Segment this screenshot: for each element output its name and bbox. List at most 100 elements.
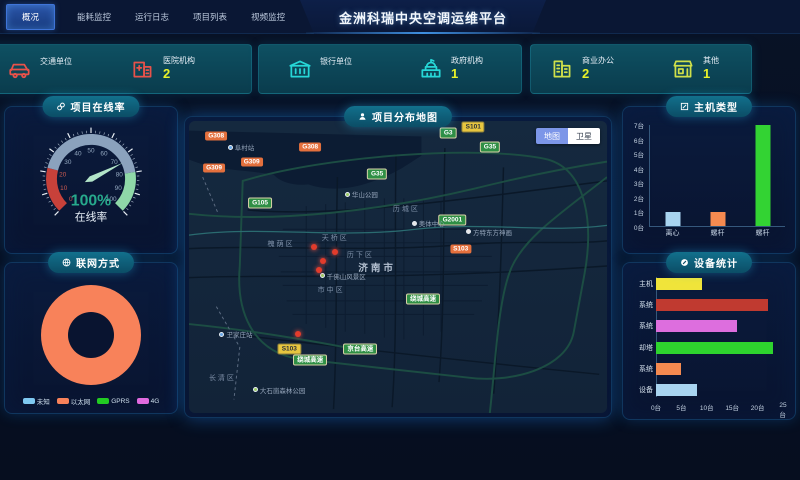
device-stats-row: 系统 xyxy=(629,298,783,311)
map-mode-button[interactable]: 地图 xyxy=(536,128,568,144)
legend-swatch xyxy=(137,398,149,404)
poi-dot-icon xyxy=(345,192,350,197)
x-axis-tick: 10台 xyxy=(700,402,714,412)
tab-project-list[interactable]: 项目列表 xyxy=(181,0,239,34)
device-stats-row: 系统 xyxy=(629,320,783,333)
device-stats-bar xyxy=(656,384,697,396)
road-badge: G3 xyxy=(440,127,457,138)
x-axis-tick: 15台 xyxy=(725,402,739,412)
stat-value xyxy=(40,67,72,82)
dashboard-root: 概况 能耗监控 运行日志 项目列表 视频监控 金洲科瑞中央空调运维平台 交通单位… xyxy=(0,0,800,480)
legend-label: 以太网 xyxy=(71,396,91,406)
project-marker[interactable] xyxy=(332,249,338,255)
legend-label: 未知 xyxy=(37,396,50,406)
device-category-label: 主机 xyxy=(629,279,653,289)
legend-item-4g[interactable]: 4G xyxy=(137,396,160,406)
road-badge: G35 xyxy=(480,142,500,153)
map-district-label: 天桥区 xyxy=(322,233,349,243)
stat-value: 2 xyxy=(582,66,614,82)
map-poi-label: 王家庄站 xyxy=(219,329,252,339)
stat-other: 其他 1 xyxy=(670,56,719,82)
legend-swatch xyxy=(23,398,35,404)
tab-energy-monitor[interactable]: 能耗监控 xyxy=(65,0,123,34)
tab-run-logs[interactable]: 运行日志 xyxy=(123,0,181,34)
device-bar-track xyxy=(656,363,783,375)
poi-dot-icon xyxy=(466,229,471,234)
svg-text:50: 50 xyxy=(87,147,95,154)
svg-text:60: 60 xyxy=(100,150,108,157)
stat-label: 政府机构 xyxy=(451,56,483,66)
stat-value: 2 xyxy=(163,66,195,82)
y-axis-tick: 4台 xyxy=(634,164,644,174)
map-district-label: 槐荫区 xyxy=(267,239,294,249)
satellite-mode-button[interactable]: 卫星 xyxy=(568,128,600,144)
legend-item-ethernet[interactable]: 以太网 xyxy=(57,396,91,406)
panel-device-stats: 设备统计 主机系统系统却塔系统设备 0台5台10台15台20台25台 xyxy=(622,262,796,420)
stat-box-transport-hospital: 交通单位 医院机构 2 xyxy=(0,44,252,94)
poi-dot-icon xyxy=(412,221,417,226)
legend-item-gprs[interactable]: GPRS xyxy=(97,396,129,406)
legend-swatch xyxy=(97,398,109,404)
host-type-bar xyxy=(710,212,725,226)
host-type-bar xyxy=(665,212,680,226)
page-title: 金洲科瑞中央空调运维平台 xyxy=(300,0,546,34)
device-category-label: 设备 xyxy=(629,385,653,395)
map-poi-label: 奥体中心 xyxy=(412,218,445,228)
host-type-bar-chart: 离心螺杆螺杆 xyxy=(649,125,785,227)
bank-icon xyxy=(287,56,313,82)
map-district-label: 历下区 xyxy=(347,250,374,260)
map-poi-label: 阜村站 xyxy=(228,142,255,152)
x-axis-label: 螺杆 xyxy=(711,228,725,238)
map-poi-label: 大石崮森林公园 xyxy=(253,385,306,395)
shop-icon xyxy=(670,56,696,82)
poi-dot-icon xyxy=(253,387,258,392)
svg-text:80: 80 xyxy=(116,171,124,178)
project-marker[interactable] xyxy=(316,267,322,273)
device-bar-track xyxy=(656,384,783,396)
car-icon xyxy=(7,56,33,82)
y-axis-tick: 6台 xyxy=(634,135,644,145)
nav-tabs: 概况 能耗监控 运行日志 项目列表 视频监控 xyxy=(0,0,297,34)
device-stats-row: 设备 xyxy=(629,384,783,397)
project-marker[interactable] xyxy=(311,244,317,250)
x-axis-label: 螺杆 xyxy=(756,228,770,238)
project-marker[interactable] xyxy=(320,258,326,264)
stat-label: 商业办公 xyxy=(582,56,614,66)
road-badge: G308 xyxy=(299,143,321,152)
tab-overview[interactable]: 概况 xyxy=(6,4,55,30)
panel-online-rate: 项目在线率 0102030405060708090100100%在线率 xyxy=(4,106,178,254)
project-marker[interactable] xyxy=(295,331,301,337)
svg-text:20: 20 xyxy=(59,171,67,178)
stat-label: 其他 xyxy=(703,56,719,66)
stat-box-bank-government: 银行单位 政府机构 1 xyxy=(258,44,522,94)
road-badge: S101 xyxy=(462,121,485,132)
panel-title: 项目在线率 xyxy=(71,99,126,114)
poi-dot-icon xyxy=(228,145,233,150)
stat-value: 1 xyxy=(451,66,483,82)
map-poi-label: 方特东方神画 xyxy=(466,227,512,237)
map-canvas[interactable]: 济南市 槐荫区天桥区历下区历城区市中区长清区G308G308G309G309G3… xyxy=(189,121,607,413)
y-axis-tick: 5台 xyxy=(634,149,644,159)
device-stats-row: 却塔 xyxy=(629,341,783,354)
device-bar-track xyxy=(656,278,783,290)
road-badge: S103 xyxy=(278,343,301,354)
svg-text:90: 90 xyxy=(115,185,123,192)
device-stats-bar xyxy=(656,278,702,290)
panel-map-header: 项目分布地图 xyxy=(344,106,452,127)
x-axis-tick: 5台 xyxy=(676,402,686,412)
road-badge: G309 xyxy=(241,157,263,166)
title-glow-line xyxy=(306,32,540,34)
device-bar-track xyxy=(656,342,783,354)
legend-item-unknown[interactable]: 未知 xyxy=(23,396,50,406)
map-district-label: 长清区 xyxy=(209,373,236,383)
stat-office: 商业办公 2 xyxy=(549,56,614,82)
road-badge: G105 xyxy=(248,197,272,208)
road-badge: 绕城高速 xyxy=(406,294,440,305)
device-bar-track xyxy=(656,320,783,332)
y-axis-tick: 7台 xyxy=(634,120,644,130)
tab-video-monitor[interactable]: 视频监控 xyxy=(239,0,297,34)
svg-text:40: 40 xyxy=(74,150,82,157)
device-stats-bar xyxy=(656,299,768,311)
y-axis-tick: 0台 xyxy=(634,222,644,232)
wrench-icon xyxy=(680,258,689,267)
